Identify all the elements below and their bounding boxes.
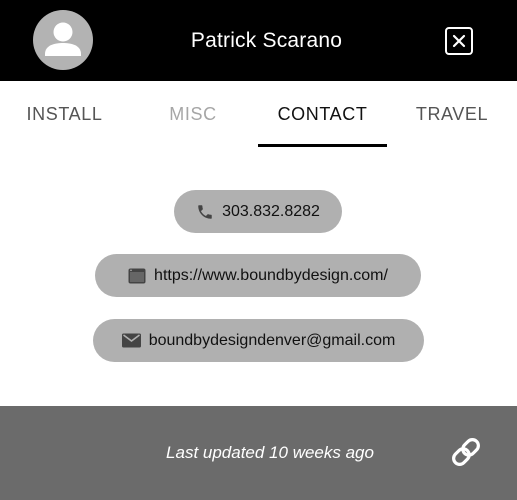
tab-misc[interactable]: MISC bbox=[150, 81, 236, 147]
tab-contact[interactable]: CONTACT bbox=[258, 81, 387, 147]
browser-window-icon bbox=[128, 268, 146, 284]
tab-bar: INSTALL MISC CONTACT TRAVEL bbox=[0, 81, 517, 147]
phone-number: 303.832.8282 bbox=[222, 202, 320, 220]
link-icon bbox=[452, 438, 480, 466]
person-name: Patrick Scarano bbox=[190, 29, 343, 52]
card-header: Patrick Scarano bbox=[0, 0, 517, 81]
share-link-button[interactable] bbox=[446, 432, 486, 472]
close-icon bbox=[452, 34, 466, 48]
website-chip[interactable]: https://www.boundbydesign.com/ bbox=[95, 254, 421, 297]
tab-travel[interactable]: TRAVEL bbox=[405, 81, 499, 147]
email-address: boundbydesigndenver@gmail.com bbox=[148, 331, 396, 349]
last-updated-text: Last updated 10 weeks ago bbox=[166, 443, 374, 462]
phone-icon bbox=[196, 203, 214, 221]
close-button[interactable] bbox=[445, 27, 473, 55]
tab-install[interactable]: INSTALL bbox=[14, 81, 115, 147]
person-icon bbox=[45, 22, 81, 56]
email-chip[interactable]: boundbydesigndenver@gmail.com bbox=[93, 319, 424, 362]
website-url: https://www.boundbydesign.com/ bbox=[154, 266, 388, 284]
active-tab-indicator bbox=[258, 144, 387, 147]
phone-chip[interactable]: 303.832.8282 bbox=[174, 190, 342, 233]
contact-card: Patrick Scarano INSTALL MISC CONTACT TRA… bbox=[0, 0, 517, 500]
card-footer: Last updated 10 weeks ago bbox=[0, 406, 517, 500]
envelope-icon bbox=[121, 333, 141, 348]
avatar bbox=[33, 10, 93, 70]
